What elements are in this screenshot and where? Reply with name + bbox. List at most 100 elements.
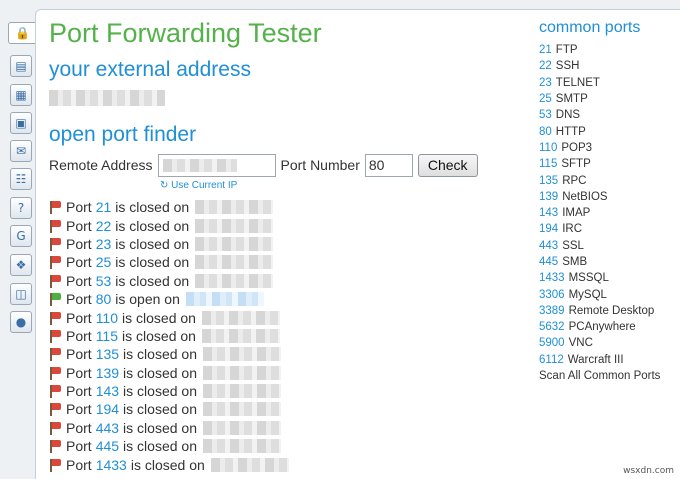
result-row: Port 110 is closed on xyxy=(48,308,518,326)
email-icon[interactable]: ✉ xyxy=(10,140,32,162)
common-port-item[interactable]: 3389 Remote Desktop xyxy=(539,303,679,319)
result-prefix: Port xyxy=(66,456,92,473)
result-address xyxy=(195,200,274,215)
common-port-item[interactable]: 135 RPC xyxy=(539,172,679,188)
result-port[interactable]: 443 xyxy=(96,420,119,436)
common-port-number[interactable]: 139 xyxy=(539,191,558,203)
common-port-item[interactable]: 110 POP3 xyxy=(539,140,679,156)
common-port-item[interactable]: 6112 Warcraft III xyxy=(539,352,679,368)
common-port-item[interactable]: 139 NetBIOS xyxy=(539,189,679,205)
result-port[interactable]: 1433 xyxy=(96,457,127,473)
result-port[interactable]: 22 xyxy=(96,218,112,234)
network-icon[interactable]: ☷ xyxy=(10,168,32,190)
result-port[interactable]: 80 xyxy=(96,291,112,307)
result-address xyxy=(202,347,281,362)
result-prefix: Port xyxy=(66,309,92,326)
common-port-item[interactable]: 194 IRC xyxy=(539,221,679,237)
help-icon[interactable]: ? xyxy=(10,197,32,219)
devices-icon[interactable]: ◫ xyxy=(10,283,32,305)
result-prefix: Port xyxy=(66,438,92,455)
result-status: is closed on xyxy=(123,401,197,418)
common-port-name: NetBIOS xyxy=(562,190,608,203)
result-prefix: Port xyxy=(66,217,92,234)
common-port-item[interactable]: 3306 MySQL xyxy=(539,286,679,302)
result-port[interactable]: 115 xyxy=(96,328,118,344)
common-port-number[interactable]: 443 xyxy=(539,240,558,252)
common-port-name: Warcraft III xyxy=(567,353,624,366)
result-port[interactable]: 194 xyxy=(96,401,119,417)
common-port-number[interactable]: 25 xyxy=(539,93,552,105)
common-port-number[interactable]: 5900 xyxy=(539,337,565,349)
map-icon[interactable]: ▤ xyxy=(10,55,32,77)
common-ports-sidebar: common ports 21 FTP 22 SSH 23 TELNET 25 SMTP 53 D… xyxy=(539,19,679,384)
globe-icon[interactable]: ● xyxy=(10,311,32,333)
common-port-item[interactable]: 143 IMAP xyxy=(539,205,679,221)
common-port-name: FTP xyxy=(555,44,578,57)
common-port-number[interactable]: 1433 xyxy=(539,272,565,284)
result-row: Port 139 is closed on xyxy=(48,364,518,382)
result-status: is closed on xyxy=(123,419,197,436)
common-port-number[interactable]: 5632 xyxy=(539,321,565,333)
common-port-item[interactable]: 445 SMB xyxy=(539,254,679,270)
common-port-item[interactable]: 80 HTTP xyxy=(539,123,679,139)
result-row: Port 443 is closed on xyxy=(48,419,518,437)
remote-address-input[interactable] xyxy=(157,153,276,177)
result-port[interactable]: 110 xyxy=(96,310,118,326)
result-prefix: Port xyxy=(66,346,92,363)
result-port[interactable]: 143 xyxy=(96,383,119,399)
common-port-item[interactable]: 443 SSL xyxy=(539,238,679,254)
check-button[interactable]: Check xyxy=(417,153,478,177)
scan-all-link[interactable]: Scan All Common Ports xyxy=(539,368,679,384)
common-port-name: POP3 xyxy=(561,141,593,154)
common-port-item[interactable]: 115 SFTP xyxy=(539,156,679,172)
result-prefix: Port xyxy=(66,327,92,344)
common-port-item[interactable]: 23 TELNET xyxy=(539,75,679,91)
result-address xyxy=(201,328,280,343)
result-port[interactable]: 21 xyxy=(96,199,112,215)
result-port[interactable]: 445 xyxy=(96,438,119,454)
use-current-ip-link[interactable]: ↻ Use Current IP xyxy=(160,180,237,191)
common-port-item[interactable]: 1433 MSSQL xyxy=(539,270,679,286)
result-address xyxy=(202,420,281,435)
common-port-number[interactable]: 80 xyxy=(539,126,552,138)
google-icon[interactable]: G xyxy=(10,225,32,247)
result-port[interactable]: 139 xyxy=(96,365,119,381)
result-address xyxy=(202,384,281,399)
result-row: Port 22 is closed on xyxy=(48,216,518,234)
common-port-number[interactable]: 194 xyxy=(539,223,558,235)
windows-icon[interactable]: ❖ xyxy=(10,254,32,276)
common-port-item[interactable]: 21 FTP xyxy=(539,42,679,58)
common-port-number[interactable]: 6112 xyxy=(539,354,564,366)
common-port-number[interactable]: 53 xyxy=(539,109,552,121)
common-port-number[interactable]: 143 xyxy=(539,207,558,219)
common-port-number[interactable]: 22 xyxy=(539,60,552,72)
closed-flag-icon xyxy=(48,439,62,454)
common-port-item[interactable]: 5900 VNC xyxy=(539,335,679,351)
common-port-number[interactable]: 21 xyxy=(539,44,552,56)
common-port-number[interactable]: 115 xyxy=(539,158,557,170)
lock-icon[interactable]: 🔒 xyxy=(8,22,36,44)
common-port-number[interactable]: 135 xyxy=(539,175,558,187)
result-status: is closed on xyxy=(123,438,197,455)
result-port[interactable]: 23 xyxy=(96,236,112,252)
common-port-name: TELNET xyxy=(555,76,600,89)
common-port-item[interactable]: 53 DNS xyxy=(539,107,679,123)
common-port-item[interactable]: 5632 PCAnywhere xyxy=(539,319,679,335)
common-port-item[interactable]: 25 SMTP xyxy=(539,91,679,107)
common-port-number[interactable]: 445 xyxy=(539,256,558,268)
common-port-name: Remote Desktop xyxy=(568,304,655,317)
server-icon[interactable]: ▣ xyxy=(10,112,32,134)
result-port[interactable]: 25 xyxy=(96,254,112,270)
common-port-number[interactable]: 3306 xyxy=(539,289,565,301)
common-port-number[interactable]: 110 xyxy=(539,142,557,154)
map-alt-icon[interactable]: ▦ xyxy=(10,84,32,106)
result-port[interactable]: 53 xyxy=(96,273,112,289)
common-port-number[interactable]: 3389 xyxy=(539,305,565,317)
common-port-item[interactable]: 22 SSH xyxy=(539,58,679,74)
closed-flag-icon xyxy=(48,347,62,362)
result-address xyxy=(202,439,281,454)
common-port-number[interactable]: 23 xyxy=(539,77,552,89)
result-port[interactable]: 135 xyxy=(96,346,119,362)
result-status: is closed on xyxy=(115,217,190,234)
port-number-input[interactable] xyxy=(364,153,413,177)
